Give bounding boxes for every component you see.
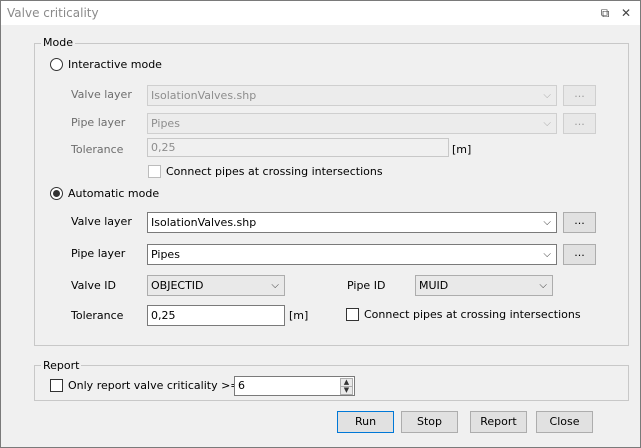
restore-icon[interactable]: ⧉ xyxy=(597,5,613,21)
interactive-tolerance-input[interactable]: 0,25 xyxy=(147,138,449,157)
interactive-connect-pipes-label: Connect pipes at crossing intersections xyxy=(166,165,383,178)
automatic-connect-pipes-checkbox[interactable] xyxy=(346,308,359,321)
chevron-down-icon: ⌵ xyxy=(271,280,279,291)
spin-down-icon[interactable]: ▼ xyxy=(340,386,353,395)
threshold-input[interactable]: 6 xyxy=(234,376,355,396)
automatic-pipe-layer-label: Pipe layer xyxy=(71,247,126,260)
only-report-label: Only report valve criticality >= xyxy=(68,379,240,392)
run-button[interactable]: Run xyxy=(337,411,394,433)
chevron-down-icon: ⌵ xyxy=(539,280,547,291)
interactive-mode-radio[interactable] xyxy=(50,58,63,71)
window-title: Valve criticality xyxy=(7,6,99,20)
interactive-valve-layer-label: Valve layer xyxy=(71,88,132,101)
automatic-pipe-layer-browse-button[interactable]: ... xyxy=(563,244,596,265)
report-button[interactable]: Report xyxy=(470,411,527,433)
automatic-pipe-layer-select[interactable]: Pipes ⌵ xyxy=(147,244,557,265)
interactive-valve-layer-value: IsolationValves.shp xyxy=(151,89,257,102)
stop-button[interactable]: Stop xyxy=(401,411,458,433)
automatic-valve-layer-select[interactable]: IsolationValves.shp ⌵ xyxy=(147,212,557,233)
automatic-valve-layer-browse-button[interactable]: ... xyxy=(563,212,596,233)
automatic-mode-radio[interactable] xyxy=(50,187,63,200)
automatic-tolerance-label: Tolerance xyxy=(71,309,124,322)
interactive-pipe-layer-label: Pipe layer xyxy=(71,116,126,129)
interactive-mode-label[interactable]: Interactive mode xyxy=(68,58,162,71)
automatic-valve-layer-label: Valve layer xyxy=(71,215,132,228)
valve-id-label: Valve ID xyxy=(71,279,116,292)
report-group-label: Report xyxy=(41,359,82,372)
pipe-id-select[interactable]: MUID ⌵ xyxy=(415,275,553,296)
automatic-valve-layer-value: IsolationValves.shp xyxy=(151,216,257,229)
chevron-down-icon: ⌵ xyxy=(543,249,551,260)
chevron-down-icon: ⌵ xyxy=(543,118,551,129)
valve-criticality-dialog: Valve criticality ⧉ ✕ Mode Interactive m… xyxy=(0,0,641,448)
mode-group-label: Mode xyxy=(41,36,75,49)
interactive-pipe-layer-value: Pipes xyxy=(151,117,180,130)
pipe-id-label: Pipe ID xyxy=(347,279,386,292)
title-bar: Valve criticality ⧉ ✕ xyxy=(1,1,640,25)
valve-id-value: OBJECTID xyxy=(151,279,204,292)
interactive-valve-layer-browse-button[interactable]: ... xyxy=(563,85,596,106)
interactive-valve-layer-select[interactable]: IsolationValves.shp ⌵ xyxy=(147,85,557,106)
close-icon[interactable]: ✕ xyxy=(618,5,634,21)
chevron-down-icon: ⌵ xyxy=(543,90,551,101)
valve-id-select[interactable]: OBJECTID ⌵ xyxy=(147,275,285,296)
automatic-pipe-layer-value: Pipes xyxy=(151,248,180,261)
pipe-id-value: MUID xyxy=(419,279,449,292)
interactive-tolerance-label: Tolerance xyxy=(71,143,124,156)
chevron-down-icon: ⌵ xyxy=(543,217,551,228)
interactive-tolerance-unit: [m] xyxy=(452,143,472,156)
interactive-pipe-layer-select[interactable]: Pipes ⌵ xyxy=(147,113,557,134)
close-button[interactable]: Close xyxy=(536,411,593,433)
interactive-connect-pipes-checkbox[interactable] xyxy=(148,165,161,178)
interactive-pipe-layer-browse-button[interactable]: ... xyxy=(563,113,596,134)
automatic-mode-label[interactable]: Automatic mode xyxy=(68,187,159,200)
automatic-connect-pipes-label: Connect pipes at crossing intersections xyxy=(364,308,581,321)
automatic-tolerance-unit: [m] xyxy=(289,309,309,322)
automatic-tolerance-input[interactable]: 0,25 xyxy=(147,305,285,326)
only-report-checkbox[interactable] xyxy=(50,379,63,392)
